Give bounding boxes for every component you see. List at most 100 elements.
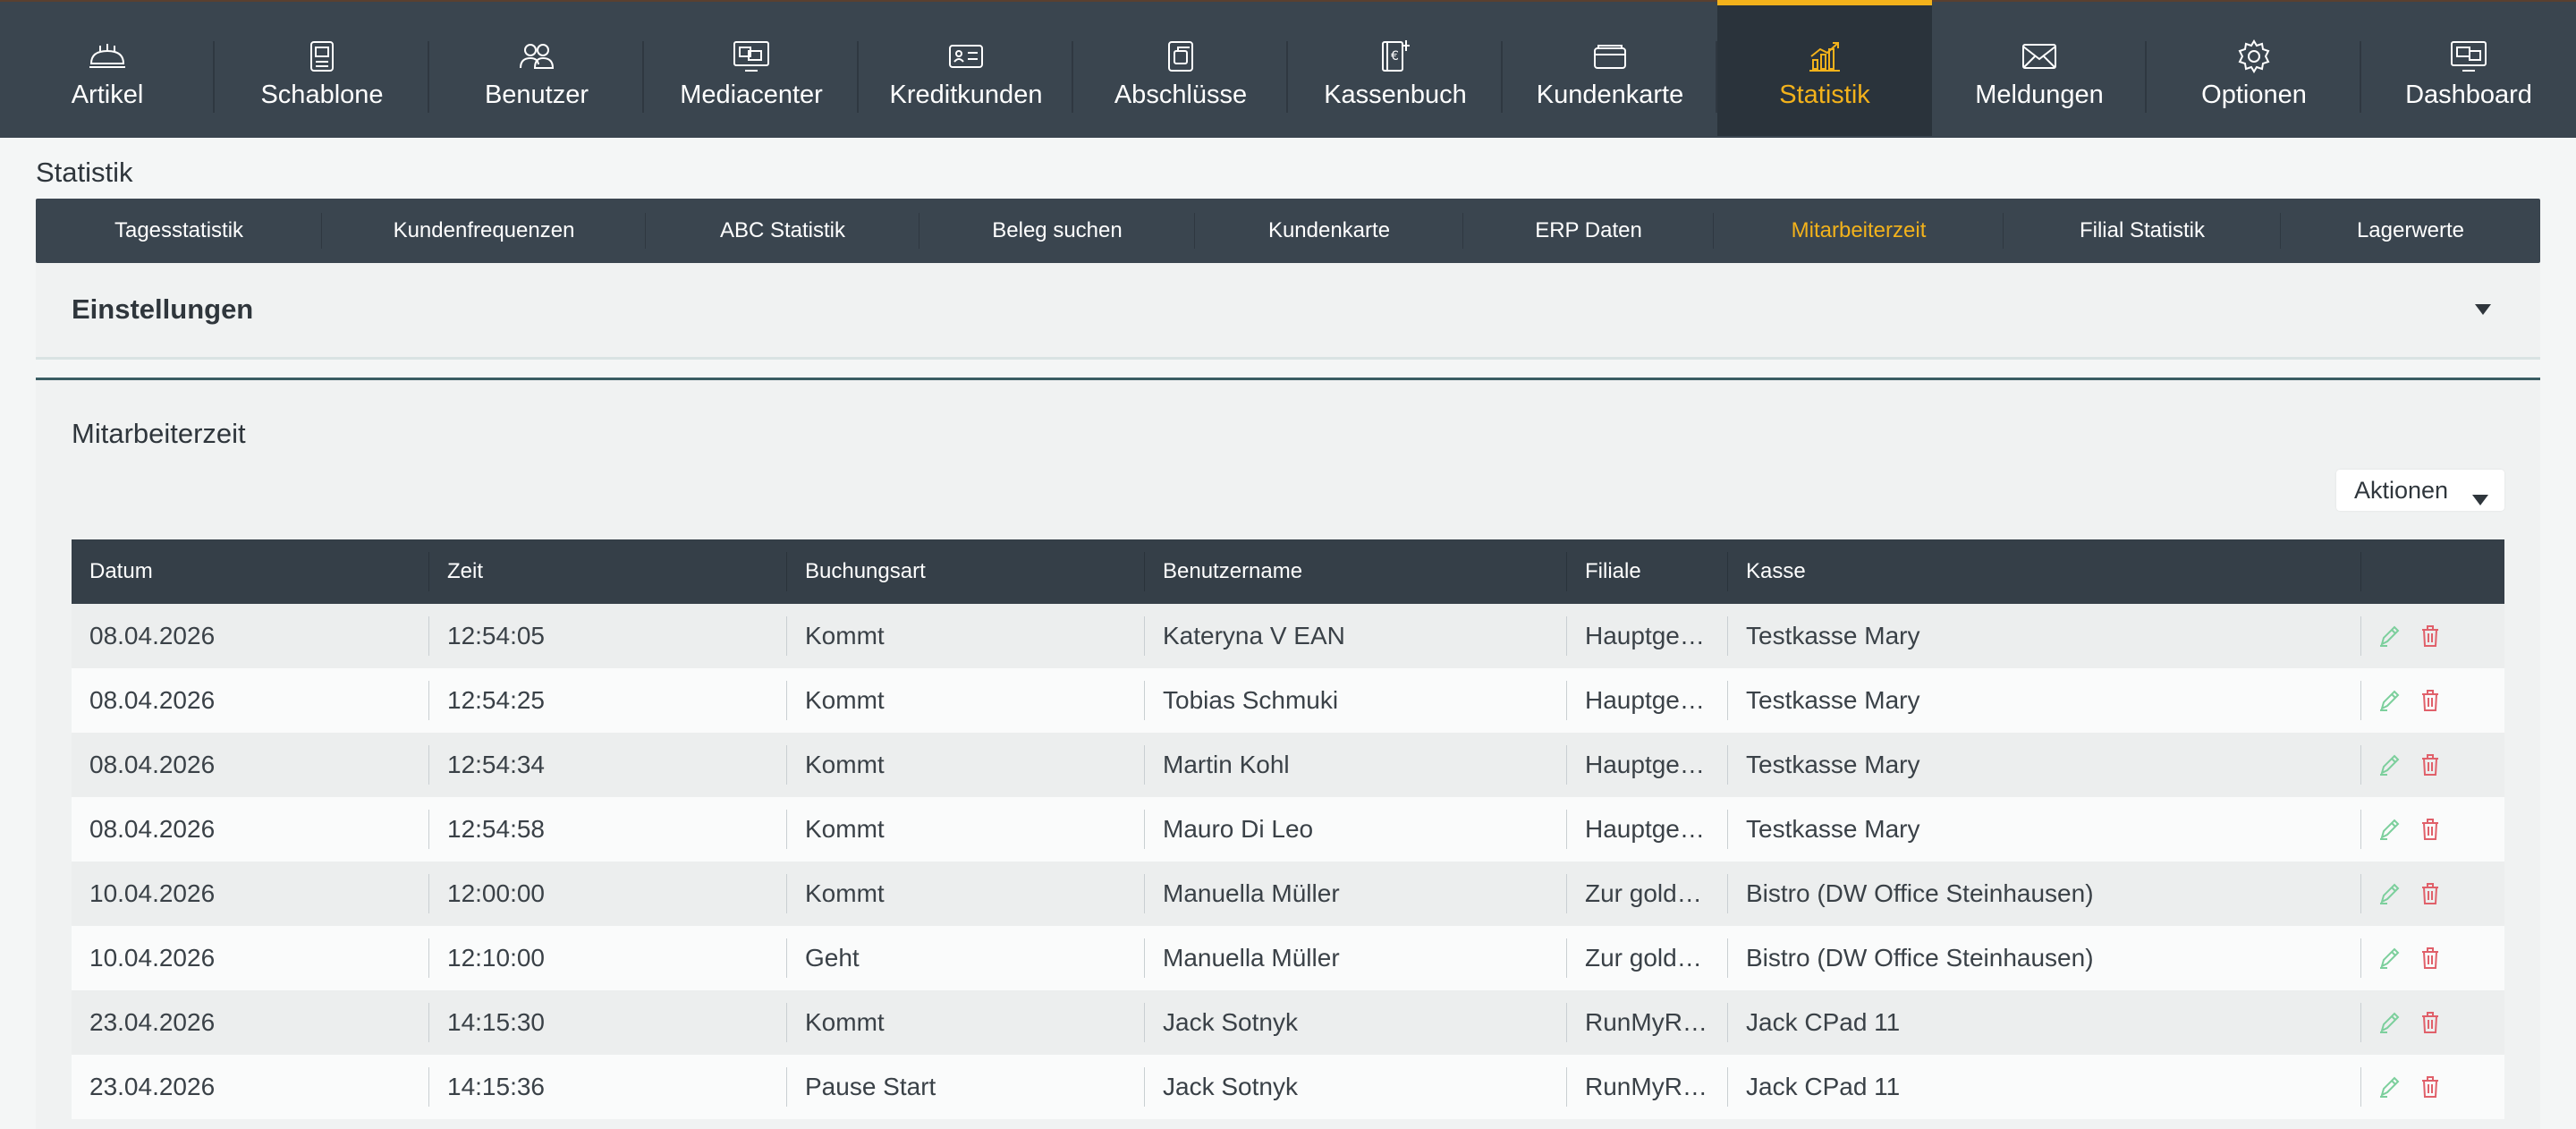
section-title: Mitarbeiterzeit <box>72 418 246 449</box>
edit-pencil-icon[interactable] <box>2377 1009 2401 1036</box>
cell-benutzername: Manuella Müller <box>1145 862 1567 926</box>
edit-pencil-icon[interactable] <box>2377 1074 2401 1100</box>
column-header-kasse[interactable]: Kasse <box>1728 539 2361 604</box>
cell-datum-text: 23.04.2026 <box>89 1073 216 1100</box>
nav-item-kundenkarte[interactable]: Kundenkarte <box>1503 2 1717 138</box>
nav-item-optionen[interactable]: Optionen <box>2147 2 2361 138</box>
tab-kundenfrequenzen[interactable]: Kundenfrequenzen <box>322 199 646 263</box>
edit-pencil-icon[interactable] <box>2377 945 2401 972</box>
tab-kundenkarte[interactable]: Kundenkarte <box>1195 199 1463 263</box>
id-card-icon <box>945 38 987 75</box>
cell-datum: 10.04.2026 <box>72 862 429 926</box>
nav-item-schablone[interactable]: Schablone <box>215 2 429 138</box>
table-row[interactable]: 10.04.2026 12:00:00 Kommt Manuella Müller Zu… <box>72 862 2504 926</box>
cell-zeit: 12:54:25 <box>429 668 787 733</box>
delete-trash-icon[interactable] <box>2419 1074 2442 1100</box>
edit-pencil-icon[interactable] <box>2377 816 2401 843</box>
cell-zeit-text: 12:54:05 <box>447 622 545 649</box>
tab-filial-statistik[interactable]: Filial Statistik <box>2004 199 2281 263</box>
nav-item-dashboard[interactable]: Dashboard <box>2361 2 2576 138</box>
cell-zeit-text: 12:54:58 <box>447 815 545 843</box>
cell-buchungsart: Kommt <box>787 604 1145 668</box>
cell-benutzername-text: Tobias Schmuki <box>1163 686 1339 714</box>
delete-trash-icon[interactable] <box>2419 816 2442 843</box>
cell-benutzername: Manuella Müller <box>1145 926 1567 990</box>
nav-item-meldungen[interactable]: Meldungen <box>1932 2 2147 138</box>
nav-item-artikel[interactable]: Artikel <box>0 2 215 138</box>
tab-tagesstatistik[interactable]: Tagesstatistik <box>36 199 322 263</box>
cell-kasse: Testkasse Mary <box>1728 668 2361 733</box>
edit-pencil-icon[interactable] <box>2377 687 2401 714</box>
cell-kasse: Bistro (DW Office Steinhausen) <box>1728 926 2361 990</box>
card-icon <box>1589 38 1631 75</box>
copy-icon <box>1159 38 1202 75</box>
nav-label: Kundenkarte <box>1536 81 1684 109</box>
nav-label: Statistik <box>1779 81 1870 109</box>
actions-dropdown-button[interactable]: Aktionen <box>2336 470 2504 511</box>
cell-zeit: 12:00:00 <box>429 862 787 926</box>
cell-filiale: Hauptges… <box>1567 668 1728 733</box>
cell-filiale-text: RunMyRe… <box>1585 1073 1712 1100</box>
delete-trash-icon[interactable] <box>2419 687 2442 714</box>
cell-filiale-text: Zur golde… <box>1585 944 1712 972</box>
column-header-benutzername[interactable]: Benutzername <box>1145 539 1567 604</box>
cell-benutzername-text: Kateryna V EAN <box>1163 622 1345 649</box>
delete-trash-icon[interactable] <box>2419 880 2442 907</box>
delete-trash-icon[interactable] <box>2419 751 2442 778</box>
caret-down-icon[interactable] <box>2470 297 2496 322</box>
table-row[interactable]: 10.04.2026 12:10:00 Geht Manuella Müller Zur… <box>72 926 2504 990</box>
column-header-zeit[interactable]: Zeit <box>429 539 787 604</box>
cell-datum-text: 08.04.2026 <box>89 815 216 843</box>
tab-mitarbeiterzeit[interactable]: Mitarbeiterzeit <box>1714 199 2004 263</box>
cell-kasse: Testkasse Mary <box>1728 797 2361 862</box>
cell-kasse-text: Testkasse Mary <box>1746 815 1920 843</box>
cell-actions <box>2361 1055 2504 1119</box>
tab-erp-daten[interactable]: ERP Daten <box>1463 199 1714 263</box>
column-header-datum[interactable]: Datum <box>72 539 429 604</box>
table-row[interactable]: 08.04.2026 12:54:05 Kommt Kateryna V EAN Hau… <box>72 604 2504 668</box>
nav-item-mediacenter[interactable]: Mediacenter <box>644 2 859 138</box>
delete-trash-icon[interactable] <box>2419 623 2442 649</box>
cell-datum: 08.04.2026 <box>72 733 429 797</box>
cell-buchungsart-text: Pause Start <box>805 1073 936 1100</box>
cell-zeit: 14:15:36 <box>429 1055 787 1119</box>
table-row[interactable]: 08.04.2026 12:54:34 Kommt Martin Kohl Hauptg… <box>72 733 2504 797</box>
edit-pencil-icon[interactable] <box>2377 623 2401 649</box>
cell-kasse-text: Testkasse Mary <box>1746 622 1920 649</box>
cell-buchungsart-text: Kommt <box>805 751 885 778</box>
table-row[interactable]: 08.04.2026 12:54:58 Kommt Mauro Di Leo Haupt… <box>72 797 2504 862</box>
cell-benutzername: Jack Sotnyk <box>1145 1055 1567 1119</box>
table-header: Datum Zeit Buchungsart Benutzername Fili… <box>72 539 2504 604</box>
nav-item-benutzer[interactable]: Benutzer <box>429 2 644 138</box>
cell-benutzername: Jack Sotnyk <box>1145 990 1567 1055</box>
nav-item-statistik[interactable]: Statistik <box>1717 0 1932 136</box>
edit-pencil-icon[interactable] <box>2377 880 2401 907</box>
delete-trash-icon[interactable] <box>2419 1009 2442 1036</box>
cell-zeit-text: 12:54:25 <box>447 686 545 714</box>
nav-label: Kreditkunden <box>889 81 1043 109</box>
cell-zeit-text: 12:00:00 <box>447 879 545 907</box>
cell-zeit: 12:54:34 <box>429 733 787 797</box>
table-row[interactable]: 23.04.2026 14:15:36 Pause Start Jack Sotnyk… <box>72 1055 2504 1119</box>
nav-item-kreditkunden[interactable]: Kreditkunden <box>859 2 1073 138</box>
table-row[interactable]: 23.04.2026 14:15:30 Kommt Jack Sotnyk RunMyR… <box>72 990 2504 1055</box>
table-row[interactable]: 08.04.2026 12:54:25 Kommt Tobias Schmuki Hau… <box>72 668 2504 733</box>
cell-buchungsart-text: Kommt <box>805 815 885 843</box>
cell-filiale-text: Hauptges… <box>1585 686 1712 714</box>
cell-zeit-text: 12:54:34 <box>447 751 545 778</box>
cell-kasse: Testkasse Mary <box>1728 604 2361 668</box>
cell-zeit-text: 14:15:30 <box>447 1008 545 1036</box>
cell-benutzername: Mauro Di Leo <box>1145 797 1567 862</box>
column-header-filiale[interactable]: Filiale <box>1567 539 1728 604</box>
nav-item-abschluesse[interactable]: Abschlüsse <box>1073 2 1288 138</box>
column-header-buchungsart[interactable]: Buchungsart <box>787 539 1145 604</box>
cell-benutzername-text: Jack Sotnyk <box>1163 1073 1298 1100</box>
tab-abc-statistik[interactable]: ABC Statistik <box>646 199 919 263</box>
nav-item-kassenbuch[interactable]: € Kassenbuch <box>1288 2 1503 138</box>
edit-pencil-icon[interactable] <box>2377 751 2401 778</box>
delete-trash-icon[interactable] <box>2419 945 2442 972</box>
cell-datum-text: 10.04.2026 <box>89 879 216 907</box>
settings-panel[interactable]: Einstellungen <box>36 263 2540 360</box>
tab-beleg-suchen[interactable]: Beleg suchen <box>919 199 1195 263</box>
tab-lagerwerte[interactable]: Lagerwerte <box>2281 199 2540 263</box>
